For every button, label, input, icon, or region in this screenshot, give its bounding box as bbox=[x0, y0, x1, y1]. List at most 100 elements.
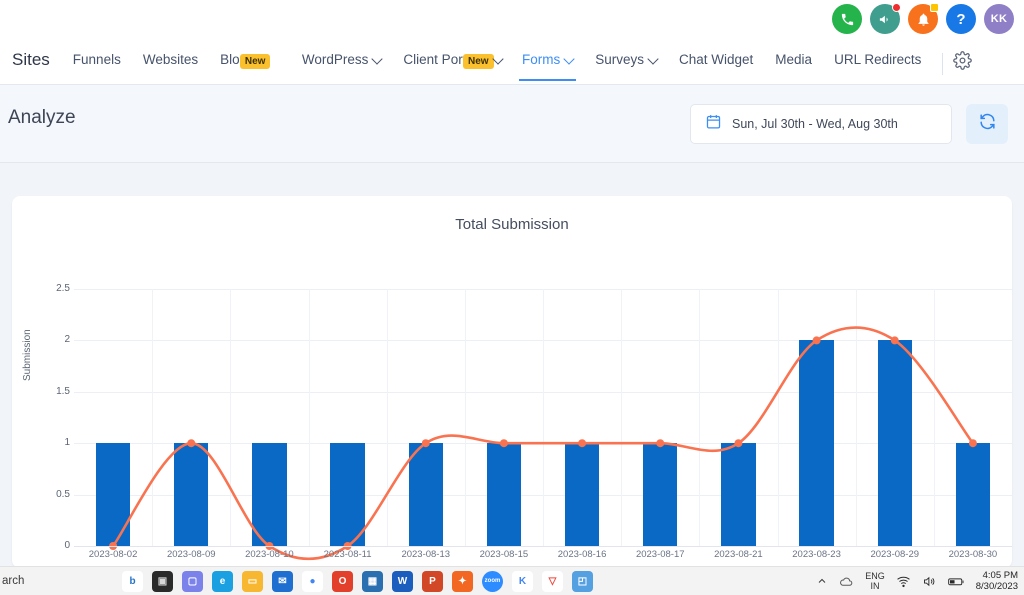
bell-icon[interactable] bbox=[908, 3, 939, 34]
x-axis-tick: 2023-08-30 bbox=[948, 549, 998, 560]
windows-taskbar: arch b ▣ ▢ e ▭ ✉ ● O ▦ W P ✦ zoom K ▽ ◰ ENG IN bbox=[0, 566, 1024, 595]
date-range-text: Sun, Jul 30th - Wed, Aug 30th bbox=[732, 117, 898, 131]
y-axis-tick: 0 bbox=[64, 540, 70, 551]
chart-bar[interactable] bbox=[799, 340, 834, 546]
date-range-picker[interactable]: Sun, Jul 30th - Wed, Aug 30th bbox=[690, 104, 952, 144]
refresh-button[interactable] bbox=[966, 104, 1008, 144]
x-axis-tick: 2023-08-23 bbox=[792, 549, 841, 560]
volume-icon[interactable] bbox=[922, 574, 937, 589]
chart-bar[interactable] bbox=[486, 443, 522, 546]
gridline-vertical bbox=[230, 289, 232, 546]
nav-items-row: Sites Funnels Websites Blogs New WordPre… bbox=[0, 40, 1024, 85]
taskbar-system-tray: ENG IN 4:05 PM 8/30/2023 bbox=[816, 570, 1024, 592]
chart-bar[interactable] bbox=[721, 443, 756, 546]
nav-item-wordpress[interactable]: WordPress bbox=[291, 40, 393, 85]
nav-item-media[interactable]: Media bbox=[764, 40, 823, 85]
chart-plot-area[interactable]: Submission 0 0.5 1 1.5 2 2.5 2023-08-02 2023-0… bbox=[12, 233, 1012, 563]
taskbar-app-icons: b ▣ ▢ e ▭ ✉ ● O ▦ W P ✦ zoom K ▽ ◰ bbox=[122, 570, 593, 592]
chart-bar[interactable] bbox=[643, 443, 678, 546]
top-action-icons: ? KK bbox=[832, 3, 1014, 34]
chart-bar[interactable] bbox=[408, 443, 443, 546]
chart-bar[interactable] bbox=[252, 443, 287, 546]
chart-card: Total Submission Submission 0 0.5 1 1.5 2 2.5… bbox=[12, 196, 1012, 568]
y-axis-tick: 2.5 bbox=[56, 283, 70, 294]
gridline-vertical bbox=[621, 289, 623, 546]
wifi-icon[interactable] bbox=[896, 574, 911, 589]
taskbar-clock[interactable]: 4:05 PM 8/30/2023 bbox=[976, 570, 1018, 592]
phone-icon[interactable] bbox=[832, 4, 862, 34]
region-code: IN bbox=[870, 581, 880, 591]
gridline-vertical bbox=[152, 289, 154, 546]
bing-chat-icon[interactable]: b bbox=[122, 570, 143, 592]
gear-icon[interactable] bbox=[949, 40, 982, 75]
chart-bar[interactable] bbox=[330, 443, 365, 546]
zoom-icon[interactable]: zoom bbox=[482, 570, 503, 592]
teams-icon[interactable]: ▢ bbox=[182, 570, 203, 592]
calendar-icon bbox=[705, 113, 722, 135]
mail-icon[interactable]: ✉ bbox=[272, 570, 293, 592]
xsplit-icon[interactable]: ✦ bbox=[452, 570, 473, 592]
nav-item-chat-widget[interactable]: Chat Widget bbox=[668, 40, 764, 85]
x-axis-tick: 2023-08-10 bbox=[245, 549, 294, 560]
gridline-vertical bbox=[464, 289, 466, 546]
powerpoint-icon[interactable]: P bbox=[422, 570, 443, 592]
chrome-icon[interactable]: ● bbox=[302, 570, 323, 592]
notification-dot bbox=[892, 3, 901, 12]
clock-time: 4:05 PM bbox=[982, 570, 1018, 581]
x-axis-tick: 2023-08-17 bbox=[635, 549, 685, 560]
chart-bar[interactable] bbox=[877, 340, 912, 546]
gridline-vertical bbox=[855, 289, 857, 546]
nav-item-forms[interactable]: Forms bbox=[511, 40, 584, 85]
nav-label-wrap: Blogs New bbox=[220, 52, 271, 69]
x-axis-tick: 2023-08-21 bbox=[714, 549, 763, 560]
y-axis-label: Submission bbox=[22, 329, 33, 381]
gridline-vertical bbox=[308, 289, 310, 546]
nav-label: URL Redirects bbox=[834, 52, 922, 67]
y-axis-tick: 0.5 bbox=[56, 488, 70, 500]
language-code: ENG bbox=[865, 571, 885, 581]
chart-bar[interactable] bbox=[174, 443, 209, 546]
client-portal-dropdown-toggle[interactable] bbox=[488, 40, 511, 85]
chart-bar[interactable] bbox=[955, 443, 991, 546]
file-explorer-icon[interactable]: ▭ bbox=[242, 570, 263, 592]
x-axis-tick: 2023-08-15 bbox=[479, 549, 529, 560]
photos-icon[interactable]: ◰ bbox=[572, 570, 593, 592]
language-indicator[interactable]: ENG IN bbox=[865, 571, 885, 591]
wondershare-icon[interactable]: ▽ bbox=[542, 570, 563, 592]
nav-item-client-portal[interactable]: Client Portal New bbox=[392, 40, 494, 85]
x-axis-tick: 2023-08-13 bbox=[401, 549, 451, 560]
word-icon[interactable]: W bbox=[392, 570, 413, 592]
cloud-icon[interactable] bbox=[839, 574, 854, 589]
office-icon[interactable]: O bbox=[332, 570, 353, 592]
x-axis-tick: 2023-08-16 bbox=[557, 549, 607, 560]
help-icon[interactable]: ? bbox=[946, 4, 976, 34]
top-navigation-bar: ? KK Sites Funnels Websites Blogs New Wo… bbox=[0, 0, 1024, 85]
nav-label: Forms bbox=[521, 52, 561, 67]
nav-item-funnels[interactable]: Funnels bbox=[62, 40, 132, 85]
refresh-icon bbox=[978, 112, 997, 136]
chart-bar[interactable] bbox=[564, 443, 600, 546]
chart-bar[interactable] bbox=[95, 443, 131, 546]
nav-item-blogs[interactable]: Blogs New bbox=[209, 40, 271, 85]
nav-item-surveys[interactable]: Surveys bbox=[584, 40, 668, 85]
edge-icon[interactable]: e bbox=[212, 570, 233, 592]
taskbar-search-box[interactable]: arch bbox=[0, 575, 122, 587]
badge-new: New bbox=[239, 54, 271, 69]
avatar[interactable]: KK bbox=[984, 4, 1014, 34]
nav-label: Websites bbox=[142, 52, 199, 67]
battery-icon[interactable] bbox=[947, 575, 965, 588]
nav-item-websites[interactable]: Websites bbox=[132, 40, 209, 85]
gridline-vertical bbox=[777, 289, 779, 546]
megaphone-icon[interactable] bbox=[870, 3, 901, 34]
chevron-up-icon[interactable] bbox=[816, 575, 828, 587]
nav-item-url-redirects[interactable]: URL Redirects bbox=[823, 40, 932, 85]
page-subheader: Analyze Sun, Jul 30th - Wed, Aug 30th bbox=[0, 85, 1024, 163]
chrome-profile-icon[interactable]: K bbox=[512, 570, 533, 592]
gridline-vertical bbox=[543, 289, 544, 546]
y-axis-tick: 2 bbox=[64, 334, 70, 346]
x-axis-tick: 2023-08-11 bbox=[323, 549, 372, 560]
store-icon[interactable]: ▦ bbox=[362, 570, 383, 592]
chevron-down-icon bbox=[371, 53, 384, 65]
gridline-vertical bbox=[933, 289, 935, 546]
task-view-icon[interactable]: ▣ bbox=[152, 570, 173, 592]
